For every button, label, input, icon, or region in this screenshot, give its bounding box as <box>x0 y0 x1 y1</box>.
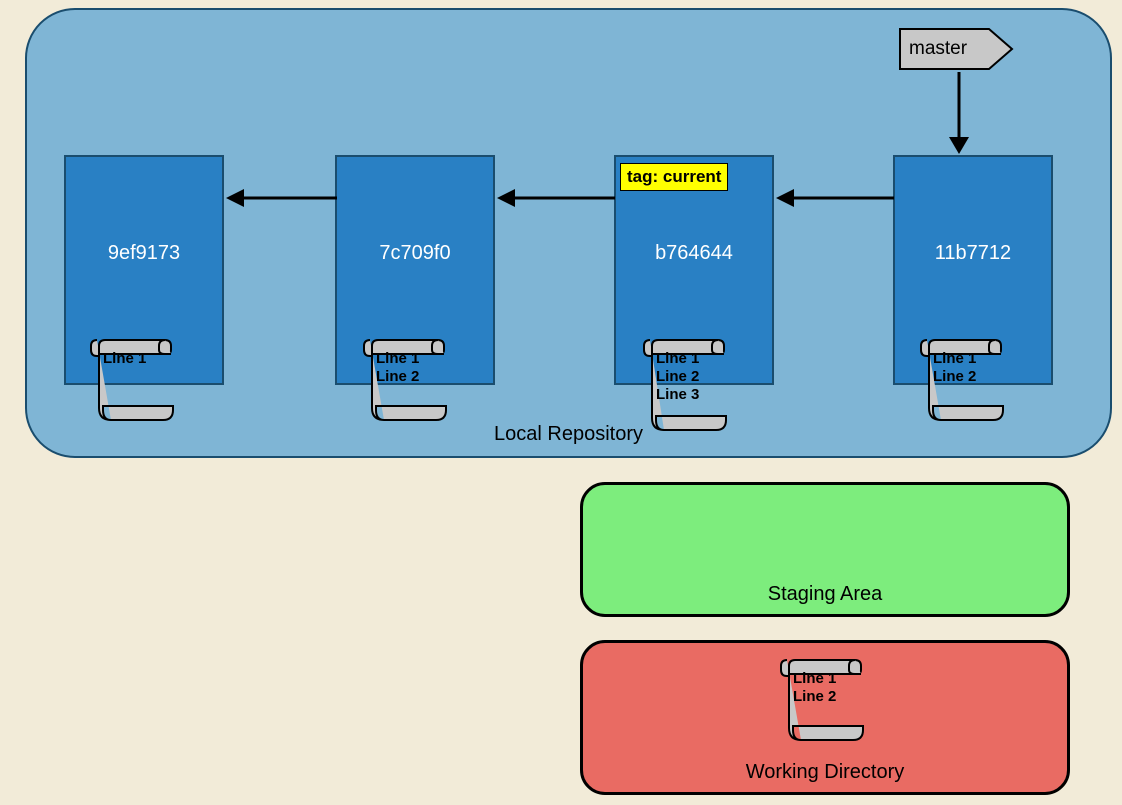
commit-parent-arrow <box>495 186 617 210</box>
commit-hash: 7c709f0 <box>337 242 493 265</box>
commit-hash: 9ef9173 <box>66 242 222 265</box>
file-snapshot: Line 1 Line 2 <box>775 648 870 748</box>
commit-hash: 11b7712 <box>895 242 1051 265</box>
commit-parent-arrow <box>224 186 339 210</box>
commit-hash: b764644 <box>616 242 772 265</box>
file-content: Line 1 Line 2 <box>933 350 976 386</box>
staging-area-label: Staging Area <box>583 583 1067 606</box>
file-content: Line 1 Line 2 Line 3 <box>656 350 699 404</box>
arrow-master-to-commit <box>944 72 974 157</box>
file-content: Line 1 Line 2 <box>793 670 836 706</box>
file-snapshot: Line 1 Line 2 <box>915 328 1010 428</box>
working-directory-label: Working Directory <box>583 761 1067 784</box>
staging-area-box: Staging Area <box>580 482 1070 617</box>
file-snapshot: Line 1 Line 2 <box>358 328 453 428</box>
file-snapshot: Line 1 <box>85 328 180 428</box>
commit-tag: tag: current <box>620 163 728 191</box>
master-label: master <box>909 38 967 60</box>
file-content: Line 1 Line 2 <box>376 350 419 386</box>
commit-parent-arrow <box>774 186 896 210</box>
file-snapshot: Line 1 Line 2 Line 3 <box>638 328 733 438</box>
master-branch-pointer: master <box>899 28 1014 70</box>
file-content: Line 1 <box>103 350 146 368</box>
